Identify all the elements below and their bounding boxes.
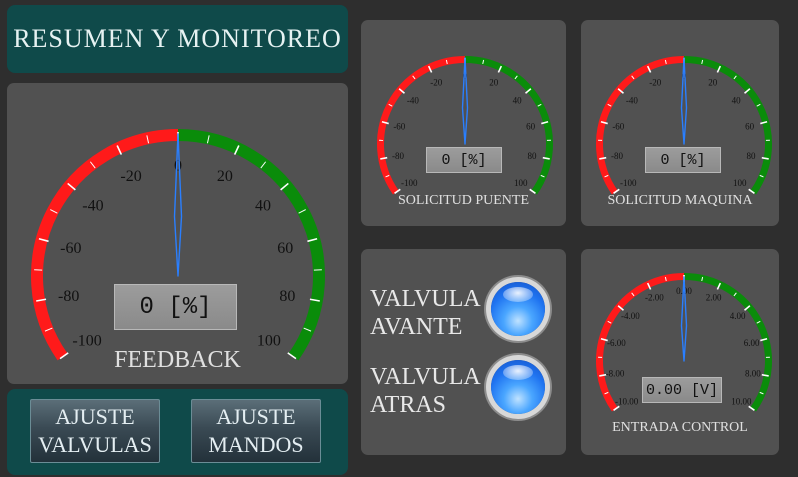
- gauge-tick-label: 60: [526, 122, 536, 132]
- gauge-tick-label: 4.00: [730, 311, 746, 321]
- gauge-tick-label: -40: [407, 95, 419, 105]
- gauge-tick-label: -60: [612, 122, 624, 132]
- gauge-tick-label: 20: [489, 78, 499, 88]
- entrada-control-label: ENTRADA CONTROL: [612, 420, 748, 435]
- valve-atras-label-line2: ATRAS: [370, 392, 447, 418]
- gauge-tick-label: 80: [527, 151, 537, 161]
- solicitud-maquina-panel: -100 -80 -60 -40 -20 0 20 40 60 80 100 0 [%] SOLIC…: [581, 20, 779, 226]
- gauge-tick-label: 0: [174, 158, 182, 175]
- gauge-tick-label: -20: [120, 168, 141, 185]
- page-title: RESUMEN Y MONITOREO: [13, 24, 342, 53]
- gauge-tick-label: 80: [746, 151, 756, 161]
- gauge-tick-label: 60: [745, 122, 755, 132]
- gauge-tick-label: -80: [392, 151, 404, 161]
- gauge-tick-label: -80: [611, 151, 623, 161]
- buttons-panel: AJUSTE VALVULAS AJUSTE MANDOS: [7, 389, 348, 475]
- gauge-tick-label: 20: [708, 78, 718, 88]
- gauge-tick-label: -40: [626, 95, 638, 105]
- valve-avante-label-line1: VALVULA: [370, 286, 481, 312]
- gauge-tick-label: 2.00: [706, 293, 722, 303]
- valve-atras-indicator: [491, 360, 545, 414]
- gauge-tick-label: -20: [649, 78, 661, 88]
- valve-atras-label: VALVULA ATRAS: [370, 363, 481, 419]
- ajuste-mandos-button[interactable]: AJUSTE MANDOS: [191, 399, 321, 463]
- entrada-control-panel: -10.00 -8.00 -6.00 -4.00 -2.00 0.00 2.00 4.00 6.…: [581, 249, 779, 455]
- gauge-tick-label: -8.00: [606, 368, 625, 378]
- solicitud-puente-readout: 0 [%]: [426, 147, 502, 173]
- gauge-tick-label: -60: [393, 122, 405, 132]
- entrada-control-readout: 0.00 [V]: [642, 377, 722, 403]
- gauge-tick-label: -100: [620, 178, 637, 188]
- gauge-tick-label: -4.00: [621, 311, 640, 321]
- gauge-tick-label: 40: [513, 95, 523, 105]
- solicitud-maquina-label: SOLICITUD MAQUINA: [607, 193, 753, 208]
- valve-avante-indicator: [491, 282, 545, 336]
- title-panel: RESUMEN Y MONITOREO: [7, 5, 348, 73]
- gauge-tick-label: 40: [255, 197, 271, 214]
- valve-avante-label: VALVULA AVANTE: [370, 285, 481, 341]
- gauge-tick-label: 20: [217, 168, 233, 185]
- valves-panel: VALVULA AVANTE VALVULA ATRAS: [361, 249, 566, 455]
- ajuste-valvulas-line1: AJUSTE: [55, 404, 135, 429]
- gauge-tick-label: -40: [82, 197, 103, 214]
- gauge-tick-label: 6.00: [744, 338, 760, 348]
- solicitud-puente-panel: -100 -80 -60 -40 -20 0 20 40 60 80 100 0 [%] SOLIC…: [361, 20, 566, 226]
- feedback-label: FEEDBACK: [114, 347, 241, 373]
- solicitud-maquina-readout: 0 [%]: [645, 147, 721, 173]
- gauge-tick-label: -2.00: [645, 293, 664, 303]
- gauge-tick-label: 100: [733, 178, 747, 188]
- gauge-tick-label: 8.00: [745, 368, 761, 378]
- gauge-tick-label: -20: [430, 78, 442, 88]
- valve-atras-label-line1: VALVULA: [370, 364, 481, 390]
- ajuste-mandos-line1: AJUSTE: [216, 404, 296, 429]
- gauge-tick-label: -80: [58, 288, 79, 305]
- feedback-gauge: -100-80-60-40-20020406080100: [31, 129, 325, 361]
- ajuste-mandos-line2: MANDOS: [208, 432, 304, 457]
- gauge-tick-label: 100: [514, 178, 528, 188]
- gauge-tick-label: 60: [277, 240, 293, 257]
- ajuste-valvulas-button[interactable]: AJUSTE VALVULAS: [30, 399, 160, 463]
- gauge-tick-label: -6.00: [607, 338, 626, 348]
- feedback-readout: 0 [%]: [114, 284, 237, 330]
- gauge-tick-label: -10.00: [615, 396, 639, 406]
- gauge-tick-label: 10.00: [731, 396, 752, 406]
- gauge-tick-label: 80: [279, 288, 295, 305]
- gauge-tick-label: -60: [60, 240, 81, 257]
- gauge-tick-label: -100: [401, 178, 418, 188]
- feedback-gauge-panel: -100 -80 -60 -40 -20 0 20 40 60 80 100 0 [%] FEEDB…: [7, 83, 348, 384]
- gauge-needle: [173, 133, 183, 277]
- ajuste-valvulas-line2: VALVULAS: [38, 432, 152, 457]
- solicitud-puente-label: SOLICITUD PUENTE: [397, 193, 530, 208]
- gauge-tick-label: 40: [732, 95, 742, 105]
- valve-avante-label-line2: AVANTE: [370, 314, 463, 340]
